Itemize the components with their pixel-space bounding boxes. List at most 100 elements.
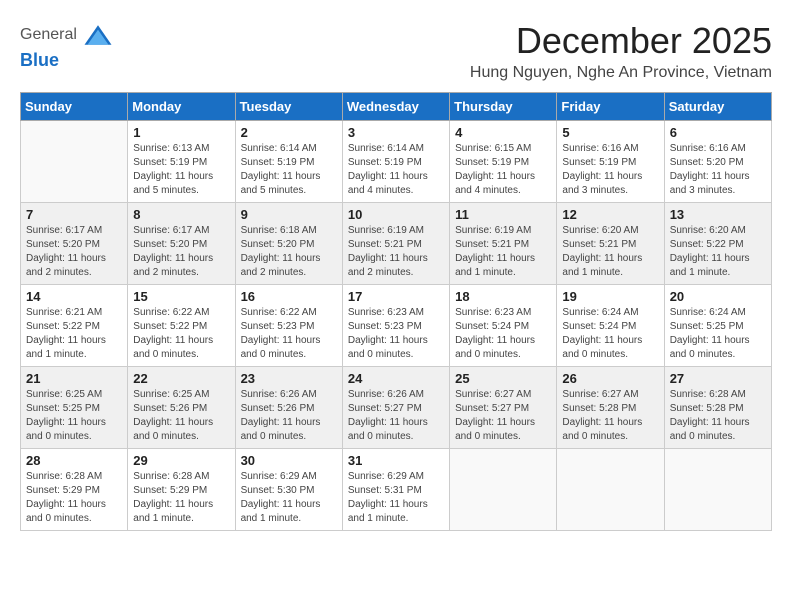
calendar-week-row: 21Sunrise: 6:25 AM Sunset: 5:25 PM Dayli… (21, 367, 772, 449)
calendar-cell: 16 Sunrise: 6:22 AM Sunset: 5:23 PM Dayli… (235, 285, 342, 367)
calendar-table: SundayMondayTuesdayWednesdayThursdayFrid… (20, 92, 772, 531)
logo: General Blue (20, 20, 113, 71)
calendar-cell (557, 449, 664, 531)
cell-sun-info: Sunrise: 6:23 AM Sunset: 5:24 PM Dayligh… (455, 306, 551, 362)
cell-sun-info: Sunrise: 6:17 AM Sunset: 5:20 PM Dayligh… (26, 224, 122, 280)
cell-sun-info: Sunrise: 6:28 AM Sunset: 5:29 PM Dayligh… (26, 470, 122, 526)
cell-sun-info: Sunrise: 6:26 AM Sunset: 5:26 PM Dayligh… (241, 388, 337, 444)
calendar-cell: 31 Sunrise: 6:29 AM Sunset: 5:31 PM Dayli… (342, 449, 449, 531)
cell-sun-info: Sunrise: 6:29 AM Sunset: 5:31 PM Dayligh… (348, 470, 444, 526)
calendar-cell: 29 Sunrise: 6:28 AM Sunset: 5:29 PM Dayli… (128, 449, 235, 531)
calendar-cell: 2 Sunrise: 6:14 AM Sunset: 5:19 PM Daylig… (235, 121, 342, 203)
month-year: December 2025 (470, 20, 772, 62)
cell-sun-info: Sunrise: 6:17 AM Sunset: 5:20 PM Dayligh… (133, 224, 229, 280)
calendar-cell: 7 Sunrise: 6:17 AM Sunset: 5:20 PM Daylig… (21, 203, 128, 285)
cell-sun-info: Sunrise: 6:22 AM Sunset: 5:23 PM Dayligh… (241, 306, 337, 362)
cell-day-number: 19 (562, 289, 658, 304)
calendar-cell: 4Sunrise: 6:15 AM Sunset: 5:19 PM Daylig… (450, 121, 557, 203)
calendar-week-row: 1Sunrise: 6:13 AM Sunset: 5:19 PM Daylig… (21, 121, 772, 203)
cell-sun-info: Sunrise: 6:19 AM Sunset: 5:21 PM Dayligh… (348, 224, 444, 280)
calendar-cell (21, 121, 128, 203)
cell-sun-info: Sunrise: 6:25 AM Sunset: 5:25 PM Dayligh… (26, 388, 122, 444)
cell-day-number: 18 (455, 289, 551, 304)
cell-day-number: 12 (562, 207, 658, 222)
cell-day-number: 2 (241, 125, 337, 140)
cell-day-number: 13 (670, 207, 766, 222)
cell-sun-info: Sunrise: 6:24 AM Sunset: 5:25 PM Dayligh… (670, 306, 766, 362)
calendar-cell: 24 Sunrise: 6:26 AM Sunset: 5:27 PM Dayli… (342, 367, 449, 449)
location: Hung Nguyen, Nghe An Province, Vietnam (470, 64, 772, 82)
cell-sun-info: Sunrise: 6:20 AM Sunset: 5:22 PM Dayligh… (670, 224, 766, 280)
cell-day-number: 24 (348, 371, 444, 386)
cell-day-number: 27 (670, 371, 766, 386)
cell-sun-info: Sunrise: 6:28 AM Sunset: 5:29 PM Dayligh… (133, 470, 229, 526)
cell-day-number: 7 (26, 207, 122, 222)
cell-sun-info: Sunrise: 6:23 AM Sunset: 5:23 PM Dayligh… (348, 306, 444, 362)
calendar-header-row: SundayMondayTuesdayWednesdayThursdayFrid… (21, 93, 772, 121)
calendar-cell: 11 Sunrise: 6:19 AM Sunset: 5:21 PM Dayli… (450, 203, 557, 285)
cell-sun-info: Sunrise: 6:25 AM Sunset: 5:26 PM Dayligh… (133, 388, 229, 444)
calendar-cell: 5 Sunrise: 6:16 AM Sunset: 5:19 PM Daylig… (557, 121, 664, 203)
title-block: December 2025 Hung Nguyen, Nghe An Provi… (470, 20, 772, 82)
cell-sun-info: Sunrise: 6:26 AM Sunset: 5:27 PM Dayligh… (348, 388, 444, 444)
calendar-cell: 9Sunrise: 6:18 AM Sunset: 5:20 PM Daylig… (235, 203, 342, 285)
calendar-cell: 6 Sunrise: 6:16 AM Sunset: 5:20 PM Daylig… (664, 121, 771, 203)
cell-day-number: 4 (455, 125, 551, 140)
calendar-cell: 26 Sunrise: 6:27 AM Sunset: 5:28 PM Dayli… (557, 367, 664, 449)
column-header-saturday: Saturday (664, 93, 771, 121)
cell-sun-info: Sunrise: 6:20 AM Sunset: 5:21 PM Dayligh… (562, 224, 658, 280)
cell-sun-info: Sunrise: 6:27 AM Sunset: 5:27 PM Dayligh… (455, 388, 551, 444)
cell-day-number: 15 (133, 289, 229, 304)
column-header-wednesday: Wednesday (342, 93, 449, 121)
calendar-cell: 23 Sunrise: 6:26 AM Sunset: 5:26 PM Dayli… (235, 367, 342, 449)
calendar-cell: 30Sunrise: 6:29 AM Sunset: 5:30 PM Dayli… (235, 449, 342, 531)
cell-day-number: 17 (348, 289, 444, 304)
cell-day-number: 20 (670, 289, 766, 304)
calendar-week-row: 7 Sunrise: 6:17 AM Sunset: 5:20 PM Daylig… (21, 203, 772, 285)
cell-sun-info: Sunrise: 6:16 AM Sunset: 5:20 PM Dayligh… (670, 142, 766, 198)
calendar-cell (664, 449, 771, 531)
cell-day-number: 31 (348, 453, 444, 468)
calendar-cell: 1Sunrise: 6:13 AM Sunset: 5:19 PM Daylig… (128, 121, 235, 203)
calendar-cell: 17 Sunrise: 6:23 AM Sunset: 5:23 PM Dayli… (342, 285, 449, 367)
cell-sun-info: Sunrise: 6:21 AM Sunset: 5:22 PM Dayligh… (26, 306, 122, 362)
calendar-cell: 27 Sunrise: 6:28 AM Sunset: 5:28 PM Dayli… (664, 367, 771, 449)
cell-day-number: 23 (241, 371, 337, 386)
cell-day-number: 28 (26, 453, 122, 468)
cell-day-number: 29 (133, 453, 229, 468)
calendar-cell (450, 449, 557, 531)
column-header-thursday: Thursday (450, 93, 557, 121)
calendar-body: 1Sunrise: 6:13 AM Sunset: 5:19 PM Daylig… (21, 121, 772, 531)
cell-day-number: 11 (455, 207, 551, 222)
calendar-cell: 10 Sunrise: 6:19 AM Sunset: 5:21 PM Dayli… (342, 203, 449, 285)
cell-day-number: 8 (133, 207, 229, 222)
cell-sun-info: Sunrise: 6:14 AM Sunset: 5:19 PM Dayligh… (348, 142, 444, 198)
calendar-cell: 8 Sunrise: 6:17 AM Sunset: 5:20 PM Daylig… (128, 203, 235, 285)
column-header-sunday: Sunday (21, 93, 128, 121)
cell-day-number: 6 (670, 125, 766, 140)
cell-sun-info: Sunrise: 6:18 AM Sunset: 5:20 PM Dayligh… (241, 224, 337, 280)
cell-day-number: 22 (133, 371, 229, 386)
cell-day-number: 10 (348, 207, 444, 222)
cell-day-number: 14 (26, 289, 122, 304)
calendar-cell: 14 Sunrise: 6:21 AM Sunset: 5:22 PM Dayli… (21, 285, 128, 367)
cell-sun-info: Sunrise: 6:28 AM Sunset: 5:28 PM Dayligh… (670, 388, 766, 444)
cell-sun-info: Sunrise: 6:19 AM Sunset: 5:21 PM Dayligh… (455, 224, 551, 280)
calendar-cell: 12 Sunrise: 6:20 AM Sunset: 5:21 PM Dayli… (557, 203, 664, 285)
cell-sun-info: Sunrise: 6:24 AM Sunset: 5:24 PM Dayligh… (562, 306, 658, 362)
calendar-week-row: 28 Sunrise: 6:28 AM Sunset: 5:29 PM Dayli… (21, 449, 772, 531)
cell-sun-info: Sunrise: 6:14 AM Sunset: 5:19 PM Dayligh… (241, 142, 337, 198)
cell-sun-info: Sunrise: 6:22 AM Sunset: 5:22 PM Dayligh… (133, 306, 229, 362)
cell-day-number: 26 (562, 371, 658, 386)
calendar-cell: 21Sunrise: 6:25 AM Sunset: 5:25 PM Dayli… (21, 367, 128, 449)
cell-day-number: 16 (241, 289, 337, 304)
calendar-cell: 13 Sunrise: 6:20 AM Sunset: 5:22 PM Dayli… (664, 203, 771, 285)
calendar-cell: 22 Sunrise: 6:25 AM Sunset: 5:26 PM Dayli… (128, 367, 235, 449)
column-header-tuesday: Tuesday (235, 93, 342, 121)
cell-day-number: 5 (562, 125, 658, 140)
logo-line1: General (20, 20, 113, 50)
cell-day-number: 1 (133, 125, 229, 140)
page-header: General Blue December 2025 Hung Nguyen, … (20, 20, 772, 82)
cell-sun-info: Sunrise: 6:27 AM Sunset: 5:28 PM Dayligh… (562, 388, 658, 444)
cell-sun-info: Sunrise: 6:16 AM Sunset: 5:19 PM Dayligh… (562, 142, 658, 198)
